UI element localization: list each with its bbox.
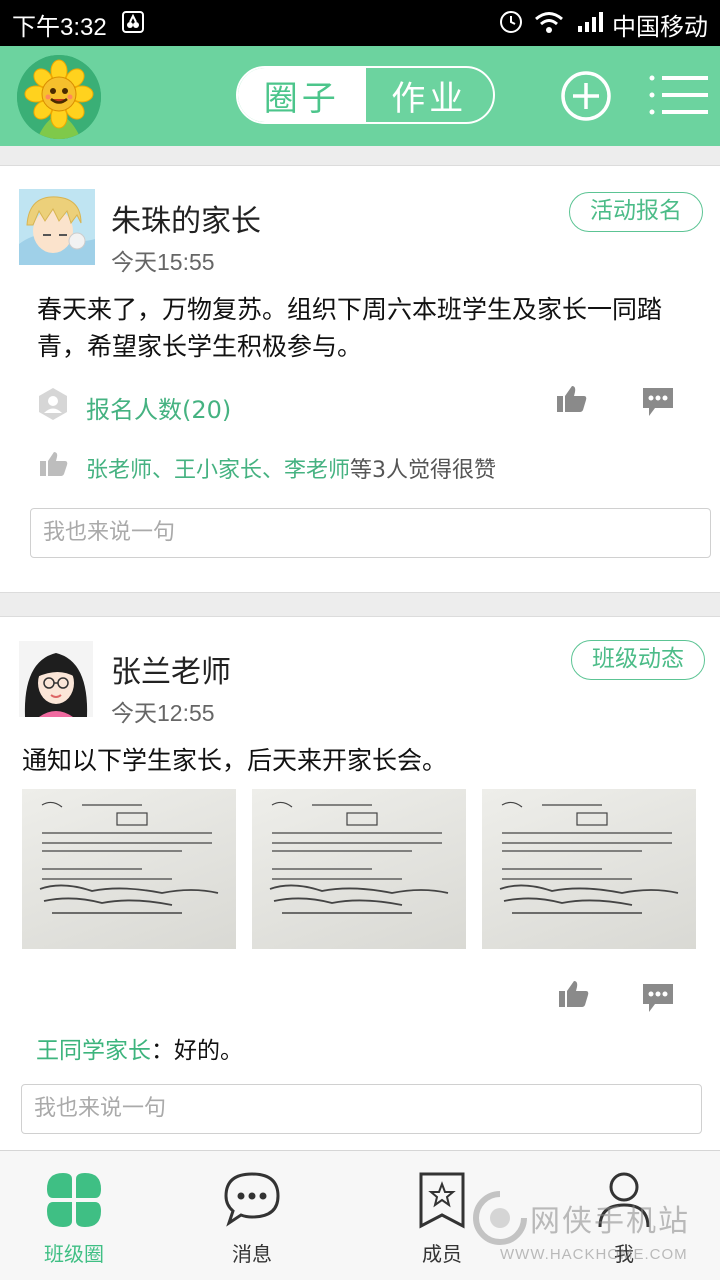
comment-input[interactable]: 我也来说一句 — [30, 508, 711, 558]
watermark-text: 网侠手机站 — [530, 1204, 690, 1239]
post-content: 春天来了，万物复苏。组织下周六本班学生及家长一同踏青，希望家长学生积极参与。 — [37, 295, 663, 361]
watermark-url: WWW.HACKHOME.COM — [500, 1246, 688, 1263]
watermark: 网侠手机站 WWW.HACKHOME.COM — [470, 1188, 715, 1276]
category-badge[interactable]: 活动报名 — [569, 192, 703, 232]
chat-bubble-icon — [223, 1171, 281, 1231]
reply-item: 王同学家长：好的。 — [36, 1031, 243, 1065]
likes-summary: 张老师、王小家长、李老师等3人觉得很赞 — [86, 452, 496, 484]
tab-label: 班级圈 — [44, 1242, 104, 1266]
menu-icon[interactable] — [648, 72, 710, 122]
tab-class-circle[interactable]: 班级圈 — [0, 1151, 164, 1280]
status-time: 下午3:32 — [12, 14, 107, 41]
alarm-icon — [498, 8, 524, 38]
post-content: 通知以下学生家长，后天来开家长会。 — [22, 746, 448, 775]
attachment-photo[interactable] — [22, 789, 236, 949]
author-name[interactable]: 张兰老师 — [111, 647, 231, 691]
tab-messages[interactable]: 消息 — [162, 1151, 342, 1280]
header-segmented-tabs: 圈子 作业 — [236, 66, 495, 124]
signup-user-icon — [37, 386, 69, 426]
tab-homework[interactable]: 作业 — [366, 68, 494, 122]
likes-suffix: 等3人觉得很赞 — [350, 458, 497, 483]
attachment-photo[interactable] — [252, 789, 466, 949]
sunflower-logo-icon[interactable] — [17, 55, 101, 139]
post-card: 朱珠的家长 今天15:55 活动报名 春天来了，万物复苏。组织下周六本班学生及家… — [0, 165, 720, 593]
comment-icon[interactable] — [641, 386, 675, 422]
signup-count-link[interactable]: 报名人数(20) — [86, 390, 231, 425]
reply-author[interactable]: 王同学家长 — [36, 1038, 151, 1064]
attachment-photo[interactable] — [482, 789, 696, 949]
reply-text: ：好的。 — [151, 1038, 243, 1064]
star-book-icon — [418, 1171, 466, 1233]
plus-circle-icon[interactable] — [560, 70, 612, 126]
tab-circle[interactable]: 圈子 — [238, 68, 366, 122]
thumbs-up-icon[interactable] — [558, 979, 590, 1013]
comment-icon[interactable] — [641, 982, 675, 1018]
signal-icon — [576, 10, 608, 38]
avatar[interactable] — [19, 641, 93, 717]
likes-names[interactable]: 张老师、王小家长、李老师 — [86, 458, 350, 483]
category-badge[interactable]: 班级动态 — [571, 640, 705, 680]
wifi-icon — [534, 10, 564, 38]
carrier-label: 中国移动 — [612, 13, 708, 41]
avatar[interactable] — [19, 189, 95, 265]
post-card: 张兰老师 今天12:55 班级动态 通知以下学生家长，后天来开家长会。 王同学家… — [0, 616, 720, 1156]
status-bar: 下午3:32 中国移动 — [0, 0, 720, 46]
author-name[interactable]: 朱珠的家长 — [111, 196, 261, 240]
thumbs-up-icon[interactable] — [556, 384, 588, 418]
notification-icon — [122, 11, 144, 37]
clover-icon — [45, 1171, 103, 1233]
post-time: 今天12:55 — [111, 700, 215, 726]
tab-label: 消息 — [232, 1242, 272, 1266]
post-time: 今天15:55 — [111, 249, 215, 275]
like-indicator-icon — [39, 450, 69, 482]
comment-input[interactable]: 我也来说一句 — [21, 1084, 702, 1134]
app-header: 圈子 作业 — [0, 46, 720, 146]
